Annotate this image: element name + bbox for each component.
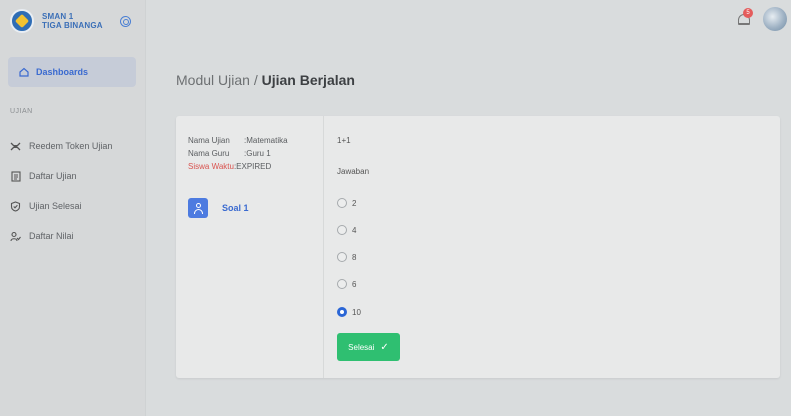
sidebar-item-ujian-selesai[interactable]: Ujian Selesai [10, 198, 82, 214]
breadcrumb: Modul Ujian / Ujian Berjalan [176, 72, 355, 88]
answer-label: Jawaban [337, 167, 370, 176]
user-avatar[interactable] [763, 7, 787, 31]
sidebar-item-daftar-ujian[interactable]: Daftar Ujian [10, 168, 77, 184]
answer-option-selected[interactable]: 10 [337, 307, 361, 317]
check-icon: ✓ [380, 341, 389, 353]
sidebar-item-dashboards[interactable]: Dashboards [8, 57, 136, 87]
exam-card: Nama Ujian :Matematika Nama Guru :Guru 1 S… [176, 116, 780, 378]
notification-bell-icon[interactable]: 5 [737, 8, 753, 26]
radio-button[interactable] [337, 225, 347, 235]
users-icon [10, 231, 21, 242]
radio-button[interactable] [337, 252, 347, 262]
home-icon [18, 67, 29, 78]
time-value: :EXPIRED [233, 162, 272, 171]
list-icon [10, 170, 21, 182]
time-label: Siswa Waktu [188, 162, 234, 171]
radio-button[interactable] [337, 279, 347, 289]
soal-user-icon[interactable] [188, 198, 208, 218]
token-icon [10, 141, 21, 152]
page-title: Ujian Berjalan [261, 72, 355, 88]
breadcrumb-parent: Modul Ujian / [176, 72, 262, 88]
answer-option[interactable]: 8 [337, 252, 356, 262]
exam-info-panel: Nama Ujian :Matematika Nama Guru :Guru 1 S… [176, 116, 324, 378]
sidebar-toggle-icon[interactable] [120, 15, 131, 27]
selesai-button[interactable]: Selesai ✓ [337, 333, 400, 361]
option-label: 10 [352, 307, 361, 317]
top-header: 5 [146, 0, 791, 42]
notification-badge: 5 [743, 8, 753, 18]
sidebar-item-label: Ujian Selesai [29, 201, 82, 211]
exam-name-value: :Matematika [244, 136, 288, 145]
brand-line-2: TIGA BINANGA [42, 21, 103, 30]
option-label: 6 [352, 279, 357, 289]
exam-name-row: Nama Ujian :Matematika [188, 136, 288, 145]
sidebar-section-label: UJIAN [10, 108, 33, 115]
answer-option[interactable]: 2 [337, 198, 356, 208]
option-label: 8 [352, 252, 357, 262]
selesai-label: Selesai [348, 342, 375, 352]
teacher-row: Nama Guru :Guru 1 [188, 149, 271, 158]
option-label: 4 [352, 225, 357, 235]
time-row: Siswa Waktu:EXPIRED [188, 162, 271, 171]
brand-name: SMAN 1 TIGA BINANGA [42, 12, 103, 30]
brand: SMAN 1 TIGA BINANGA [0, 0, 145, 42]
sidebar-item-daftar-nilai[interactable]: Daftar Nilai [10, 228, 74, 244]
answer-option[interactable]: 6 [337, 279, 356, 289]
sidebar: SMAN 1 TIGA BINANGA Dashboards UJIAN Ree… [0, 0, 146, 416]
radio-button[interactable] [337, 198, 347, 208]
sidebar-item-label: Daftar Ujian [29, 171, 77, 181]
school-logo-icon [10, 9, 34, 33]
teacher-value: :Guru 1 [244, 149, 271, 158]
sidebar-item-reedem-token[interactable]: Reedem Token Ujian [10, 138, 112, 154]
exam-name-label: Nama Ujian [188, 136, 230, 145]
soal-link[interactable]: Soal 1 [222, 203, 249, 213]
sidebar-item-label: Dashboards [36, 67, 89, 77]
sidebar-item-label: Daftar Nilai [29, 231, 74, 241]
brand-line-1: SMAN 1 [42, 12, 74, 21]
sidebar-item-label: Reedem Token Ujian [29, 141, 113, 151]
radio-button-checked[interactable] [337, 307, 347, 317]
option-label: 2 [352, 198, 357, 208]
answer-option[interactable]: 4 [337, 225, 356, 235]
teacher-label: Nama Guru [188, 149, 230, 158]
shield-check-icon [10, 200, 21, 212]
question-text: 1+1 [337, 136, 351, 145]
